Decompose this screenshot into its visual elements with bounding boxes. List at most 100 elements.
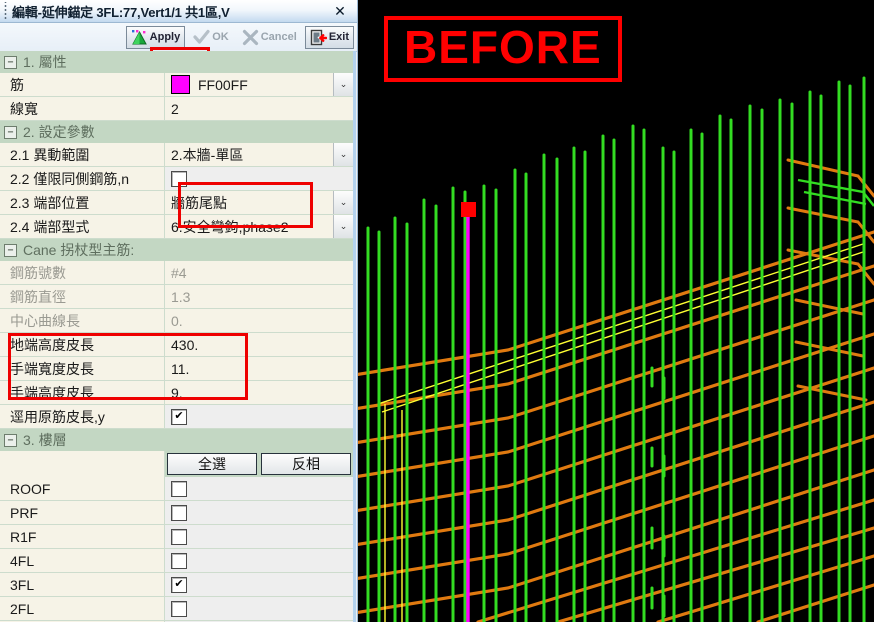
chevron-down-icon[interactable]: ⌄: [333, 73, 353, 96]
row-value[interactable]: [165, 477, 353, 500]
row-label: 筋: [0, 73, 165, 96]
floor-checkbox-4fl[interactable]: [171, 552, 187, 569]
cancel-label: Cancel: [260, 31, 297, 43]
color-value-text: FF00FF: [198, 76, 248, 93]
row-hand-end-height[interactable]: 手端高度皮長 9.: [0, 381, 353, 405]
row-label: 2.4 端部型式: [0, 215, 165, 238]
row-label: 手端高度皮長: [0, 381, 165, 404]
row-value[interactable]: 9.: [165, 381, 353, 404]
row-value[interactable]: [165, 501, 353, 524]
floor-action-row: 全選 反相: [0, 451, 353, 477]
row-label: 鋼筋號數: [0, 261, 165, 284]
collapse-icon[interactable]: −: [4, 243, 17, 257]
exit-button[interactable]: Exit: [304, 25, 354, 49]
property-grid: − 1. 屬性 筋 FF00FF ⌄ 線寬 2 − 2. 設定參數 2.1 異動…: [0, 51, 356, 622]
row-value[interactable]: 牆筋尾點: [165, 191, 333, 214]
row-value[interactable]: 6.安全彎鉤,phase2: [165, 215, 333, 238]
row-label: PRF: [0, 501, 165, 524]
floor-row-roof[interactable]: ROOF: [0, 477, 353, 501]
edit-anchor-dialog: 編輯-延伸錨定 3FL:77,Vert1/1 共1區,V ✕ Apply OK …: [0, 0, 358, 622]
model-viewport-3d[interactable]: BEFORE: [358, 0, 874, 622]
ok-label: OK: [212, 31, 229, 43]
drag-grip-icon[interactable]: [2, 2, 11, 20]
category-params-label: 2. 設定參數: [23, 124, 95, 140]
row-end-type[interactable]: 2.4 端部型式 6.安全彎鉤,phase2 ⌄: [0, 215, 353, 239]
collapse-icon[interactable]: −: [4, 55, 17, 69]
row-change-scope[interactable]: 2.1 異動範圍 2.本牆-單區 ⌄: [0, 143, 353, 167]
row-ground-end-height[interactable]: 地端高度皮長 430.: [0, 333, 353, 357]
row-label: 3FL: [0, 573, 165, 596]
apply-button[interactable]: Apply: [125, 25, 186, 49]
row-label: 2.2 僅限同側鋼筋,n: [0, 167, 165, 190]
floor-row-4fl[interactable]: 4FL: [0, 549, 353, 573]
row-value[interactable]: ✔: [165, 573, 353, 596]
floor-row-2fl[interactable]: 2FL: [0, 597, 353, 621]
row-rebar-diameter: 鋼筋直徑 1.3: [0, 285, 353, 309]
row-rebar-color[interactable]: 筋 FF00FF ⌄: [0, 73, 353, 97]
row-value: #4: [165, 261, 353, 284]
row-line-width[interactable]: 線寬 2: [0, 97, 353, 121]
row-value[interactable]: 2: [165, 97, 353, 120]
row-use-original-length[interactable]: 逕用原筋皮長,y ✔: [0, 405, 353, 429]
door-exit-icon: [310, 29, 328, 46]
row-value[interactable]: FF00FF: [165, 73, 333, 96]
category-params[interactable]: − 2. 設定參數: [0, 121, 353, 143]
category-properties[interactable]: − 1. 屬性: [0, 51, 353, 73]
color-swatch[interactable]: [171, 75, 190, 94]
row-value[interactable]: 430.: [165, 333, 353, 356]
select-all-button[interactable]: 全選: [167, 453, 257, 475]
row-hand-end-width[interactable]: 手端寬度皮長 11.: [0, 357, 353, 381]
floor-checkbox-2fl[interactable]: [171, 600, 187, 617]
row-value[interactable]: ✔: [165, 405, 353, 428]
before-badge: BEFORE: [384, 16, 622, 82]
row-label: 2.3 端部位置: [0, 191, 165, 214]
rebar-3d-render: [358, 0, 874, 622]
floor-checkbox-prf[interactable]: [171, 504, 187, 521]
cancel-button[interactable]: Cancel: [237, 26, 302, 49]
row-value[interactable]: [165, 525, 353, 548]
floor-row-r1f[interactable]: R1F: [0, 525, 353, 549]
row-value[interactable]: [165, 549, 353, 572]
row-value[interactable]: 2.本牆-單區: [165, 143, 333, 166]
x-icon: [242, 29, 259, 46]
row-label: 線寬: [0, 97, 165, 120]
floor-action-spacer: [0, 451, 165, 477]
row-value[interactable]: 11.: [165, 357, 353, 380]
apply-triangle-icon: [131, 29, 148, 46]
row-label: ROOF: [0, 477, 165, 500]
invert-selection-button[interactable]: 反相: [261, 453, 351, 475]
category-cane-label: Cane 拐杖型主筋:: [23, 242, 135, 258]
floor-checkbox-3fl[interactable]: ✔: [171, 576, 187, 593]
chevron-down-icon[interactable]: ⌄: [333, 215, 353, 238]
close-icon[interactable]: ✕: [331, 2, 349, 20]
apply-label: Apply: [149, 31, 181, 43]
row-label: 逕用原筋皮長,y: [0, 405, 165, 428]
category-floors-label: 3. 樓層: [23, 432, 67, 448]
collapse-icon[interactable]: −: [4, 433, 17, 447]
collapse-icon[interactable]: −: [4, 125, 17, 139]
same-side-only-checkbox[interactable]: [171, 170, 187, 187]
chevron-down-icon[interactable]: ⌄: [333, 191, 353, 214]
ok-button[interactable]: OK: [188, 26, 234, 49]
row-same-side-only[interactable]: 2.2 僅限同側鋼筋,n: [0, 167, 353, 191]
row-label: R1F: [0, 525, 165, 548]
row-label: 4FL: [0, 549, 165, 572]
floor-checkbox-roof[interactable]: [171, 480, 187, 497]
dialog-title: 編輯-延伸錨定 3FL:77,Vert1/1 共1區,V: [12, 4, 230, 20]
selection-marker-icon: [461, 202, 476, 217]
floor-checkbox-r1f[interactable]: [171, 528, 187, 545]
use-original-length-checkbox[interactable]: ✔: [171, 408, 187, 425]
row-value[interactable]: [165, 597, 353, 620]
row-label: 手端寬度皮長: [0, 357, 165, 380]
row-label: 鋼筋直徑: [0, 285, 165, 308]
floor-row-3fl[interactable]: 3FL ✔: [0, 573, 353, 597]
category-cane[interactable]: − Cane 拐杖型主筋:: [0, 239, 353, 261]
row-value: 1.3: [165, 285, 353, 308]
dialog-toolbar: Apply OK Cancel Exit: [0, 23, 357, 72]
category-floors[interactable]: − 3. 樓層: [0, 429, 353, 451]
row-rebar-size: 鋼筋號數 #4: [0, 261, 353, 285]
chevron-down-icon[interactable]: ⌄: [333, 143, 353, 166]
row-end-position[interactable]: 2.3 端部位置 牆筋尾點 ⌄: [0, 191, 353, 215]
floor-row-prf[interactable]: PRF: [0, 501, 353, 525]
row-value[interactable]: [165, 167, 353, 190]
